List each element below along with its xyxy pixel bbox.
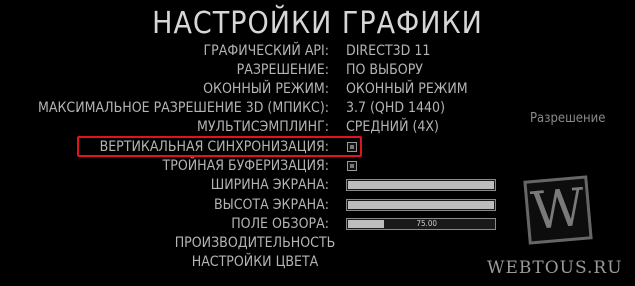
page-title: НАСТРОЙКИ ГРАФИКИ xyxy=(152,6,483,41)
setting-label: МАКСИМАЛЬНОЕ РАЗРЕШЕНИЕ 3D (МПИКС): xyxy=(38,100,329,116)
triple-buffering-checkbox[interactable] xyxy=(347,161,357,171)
resolution-value[interactable]: ПО ВЫБОРУ xyxy=(346,61,423,80)
window-mode-value[interactable]: ОКОННЫЙ РЕЖИМ xyxy=(346,80,468,99)
slider-fill xyxy=(348,220,385,228)
side-panel: Разрешение xyxy=(530,112,630,182)
setting-label: ПОЛЕ ОБЗОРА: xyxy=(231,216,329,232)
watermark-site: WEBTOUS.RU xyxy=(487,258,623,278)
setting-row-graphics-api[interactable]: ГРАФИЧЕСКИЙ API: DIRECT3D 11 xyxy=(0,42,635,61)
setting-label: РАЗРЕШЕНИЕ: xyxy=(236,62,329,78)
watermark-logo: W xyxy=(523,175,593,245)
setting-row-window-mode[interactable]: ОКОННЫЙ РЕЖИМ: ОКОННЫЙ РЕЖИМ xyxy=(0,80,635,99)
slider-fill xyxy=(348,201,494,209)
setting-label: ОКОННЫЙ РЕЖИМ: xyxy=(203,81,329,97)
screen-width-slider[interactable] xyxy=(346,179,496,191)
side-panel-heading: Разрешение xyxy=(530,112,606,126)
graphics-api-value[interactable]: DIRECT3D 11 xyxy=(346,42,430,61)
menu-item-color-settings[interactable]: НАСТРОЙКИ ЦВЕТА xyxy=(0,253,510,272)
multisampling-value[interactable]: СРЕДНИЙ (4X) xyxy=(346,118,439,137)
setting-label: ВЫСОТА ЭКРАНА: xyxy=(213,197,329,213)
slider-fill xyxy=(348,181,494,189)
setting-label: ТРОЙНАЯ БУФЕРИЗАЦИЯ: xyxy=(162,158,329,174)
setting-row-resolution[interactable]: РАЗРЕШЕНИЕ: ПО ВЫБОРУ xyxy=(0,61,635,80)
screen-height-slider[interactable] xyxy=(346,199,496,211)
setting-label: ШИРИНА ЭКРАНА: xyxy=(210,177,329,193)
slider-value: 75.00 xyxy=(416,219,437,228)
max-3d-resolution-value[interactable]: 3.7 (QHD 1440) xyxy=(346,99,445,118)
vsync-highlight-frame xyxy=(77,136,362,157)
setting-label: МУЛЬТИСЭМПЛИНГ: xyxy=(196,119,329,135)
menu-item-performance[interactable]: ПРОИЗВОДИТЕЛЬНОСТЬ xyxy=(0,234,510,253)
setting-label: ГРАФИЧЕСКИЙ API: xyxy=(203,43,330,59)
field-of-view-slider[interactable]: 75.00 xyxy=(346,218,496,230)
